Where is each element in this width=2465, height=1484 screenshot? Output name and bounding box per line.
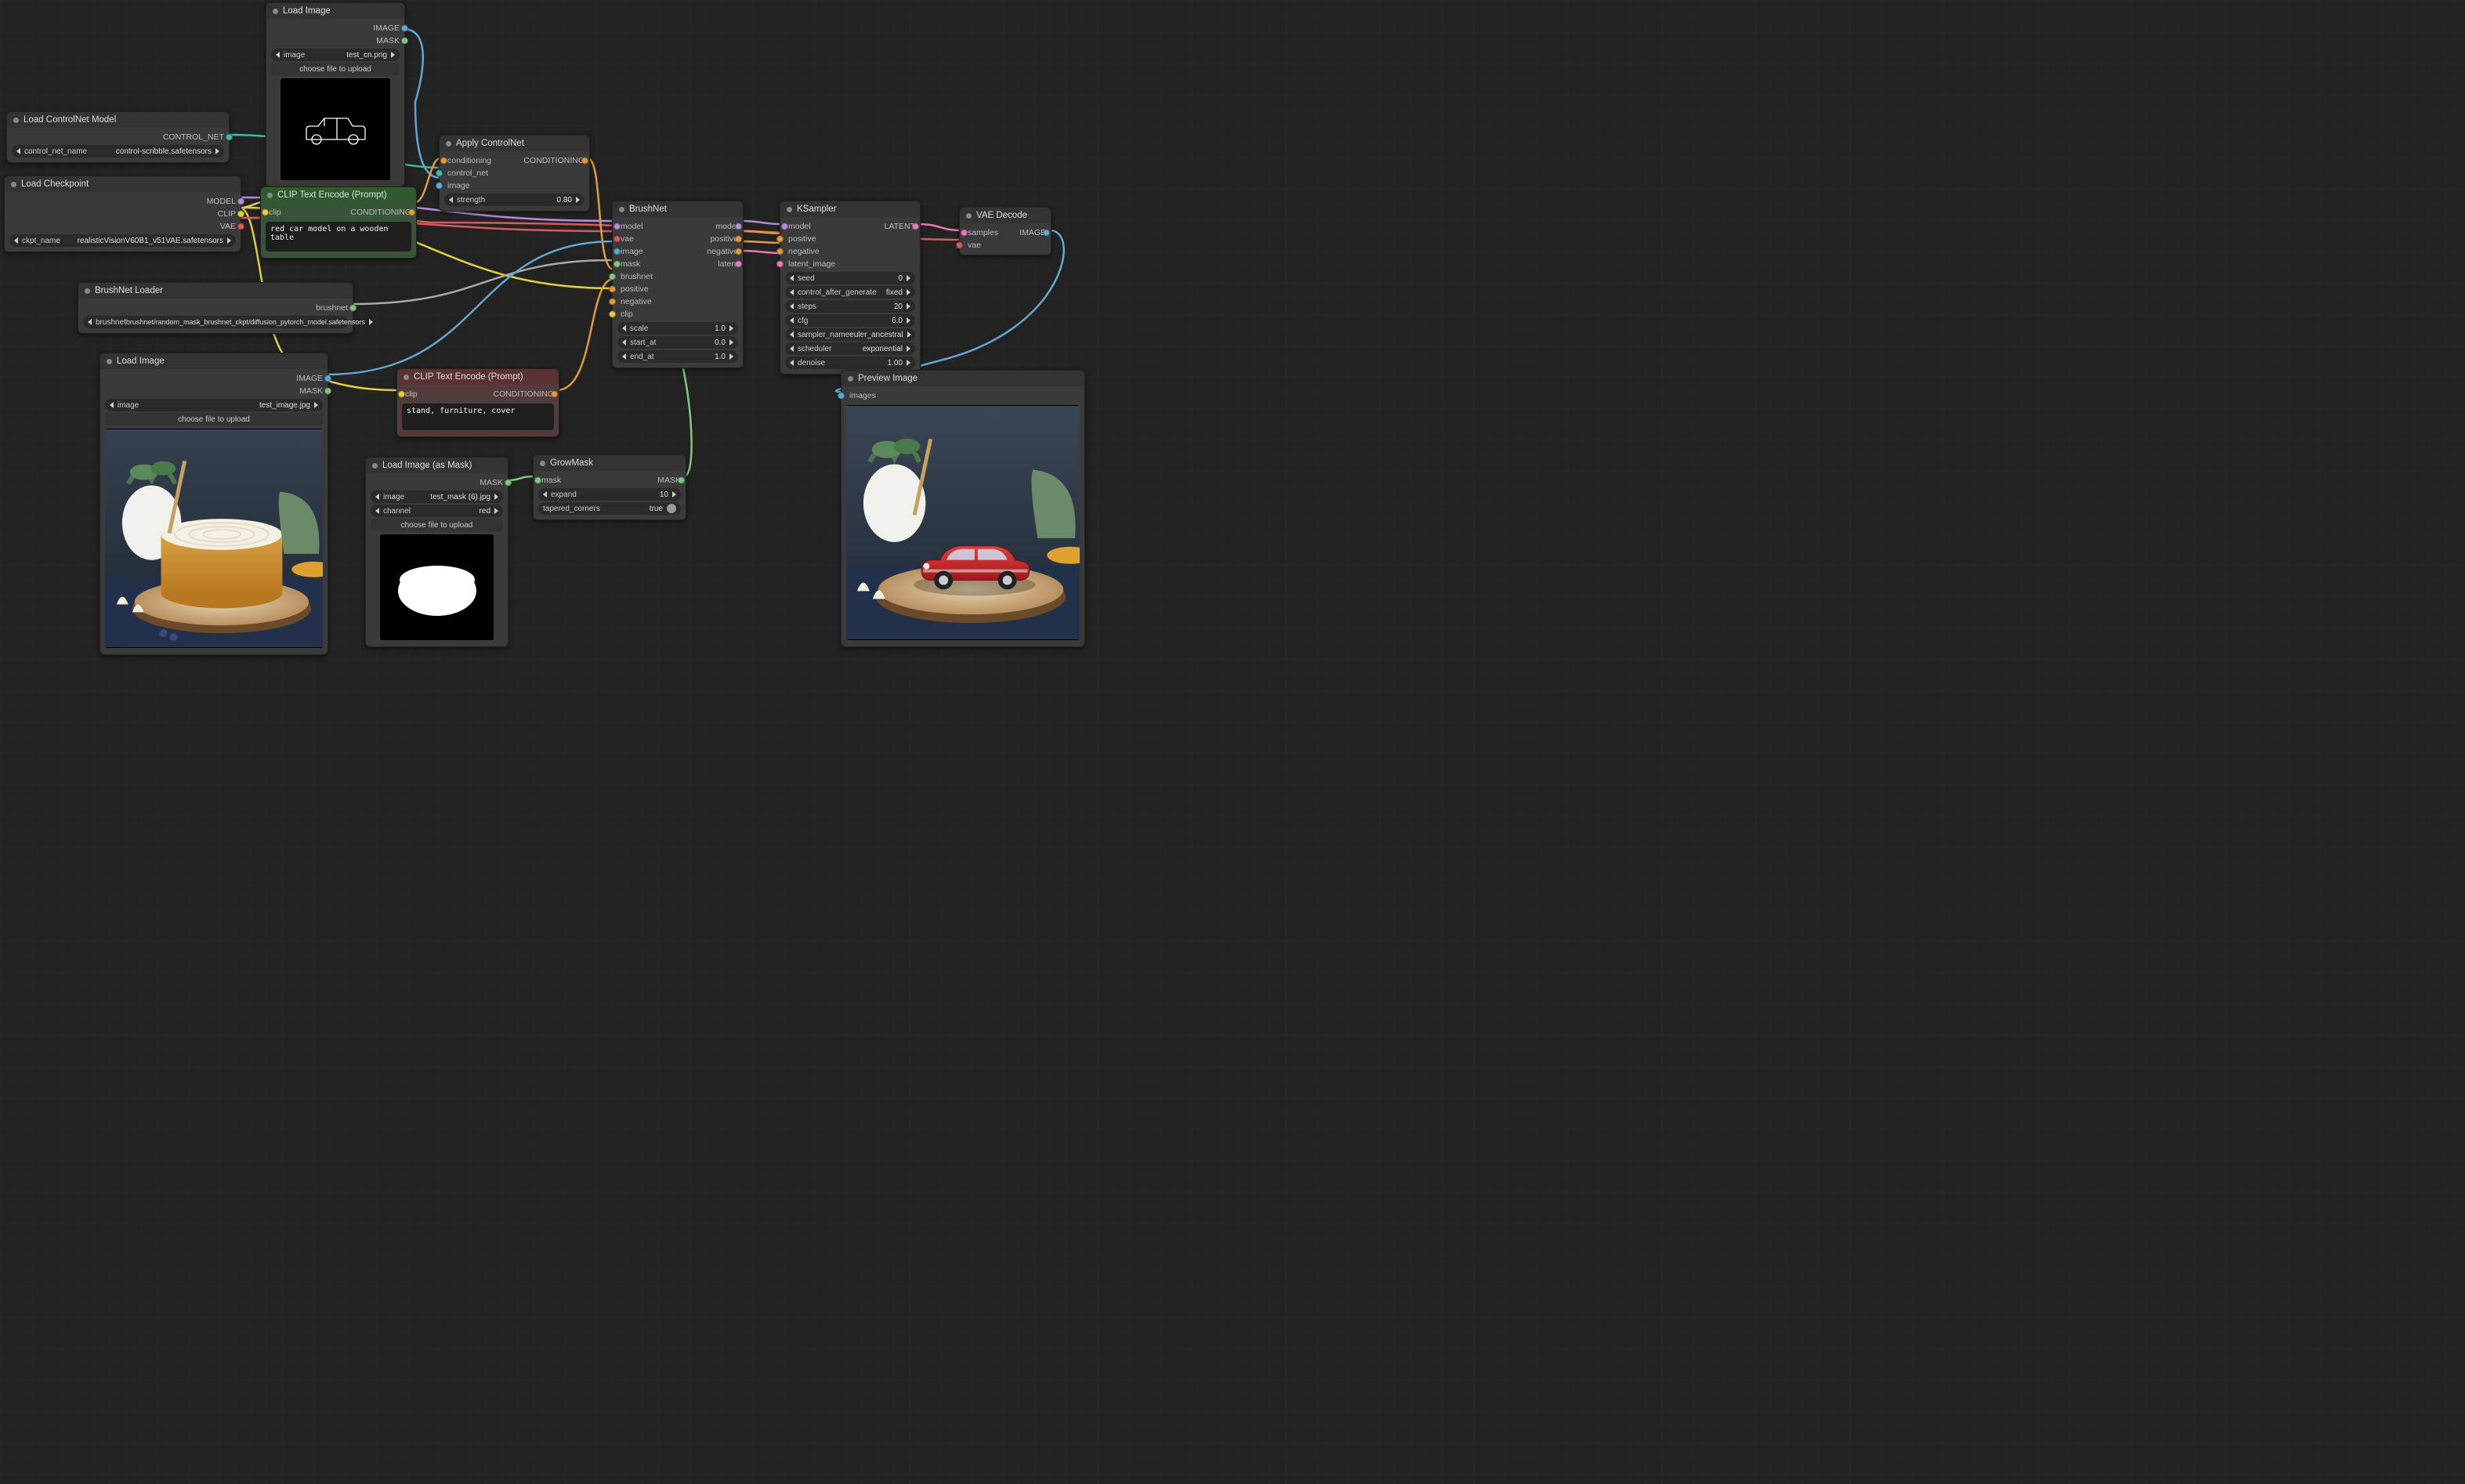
widget-scale[interactable]: scale1.0 <box>617 322 738 335</box>
node-apply-controlnet[interactable]: Apply ControlNet conditioning CONDITIONI… <box>439 135 590 212</box>
node-title[interactable]: VAE Decode <box>960 208 1051 223</box>
node-growmask[interactable]: GrowMask mask MASK expand10 tapered_corn… <box>533 454 686 520</box>
widget-image[interactable]: imagetest_cn.png <box>271 49 400 61</box>
button-upload[interactable]: choose file to upload <box>271 63 400 75</box>
node-title[interactable]: GrowMask <box>534 455 686 471</box>
node-title[interactable]: CLIP Text Encode (Prompt) <box>261 187 416 203</box>
widget-controlnet-name[interactable]: control_net_namecontrol-scribble.safeten… <box>12 145 224 157</box>
image-preview-cake <box>105 429 323 648</box>
node-title[interactable]: Load Image <box>100 353 328 369</box>
widget-tapered[interactable]: tapered_cornerstrue <box>538 502 681 515</box>
node-load-image-mask[interactable]: Load Image (as Mask) MASK imagetest_mask… <box>365 457 509 647</box>
widget-scheduler[interactable]: schedulerexponential <box>785 342 915 355</box>
widget-channel[interactable]: channelred <box>371 505 503 517</box>
node-vae-decode[interactable]: VAE Decode samplesIMAGE vae <box>959 207 1052 255</box>
image-preview-result <box>846 405 1080 640</box>
node-title[interactable]: Load Image <box>266 3 404 19</box>
node-title[interactable]: Load ControlNet Model <box>7 112 229 128</box>
node-title[interactable]: Apply ControlNet <box>440 136 589 151</box>
widget-expand[interactable]: expand10 <box>538 488 681 501</box>
button-upload[interactable]: choose file to upload <box>371 519 503 531</box>
toggle-icon <box>667 504 676 513</box>
widget-start-at[interactable]: start_at0.0 <box>617 336 738 349</box>
node-title[interactable]: Preview Image <box>842 371 1084 386</box>
widget-sampler-name[interactable]: sampler_nameeuler_ancestral <box>785 328 915 341</box>
node-title[interactable]: KSampler <box>780 201 920 217</box>
widget-end-at[interactable]: end_at1.0 <box>617 350 738 363</box>
widget-ckpt-name[interactable]: ckpt_namerealisticVisionV60B1_v51VAE.saf… <box>9 234 236 247</box>
node-clip-text-negative[interactable]: CLIP Text Encode (Prompt) clip CONDITION… <box>396 368 559 437</box>
node-title[interactable]: CLIP Text Encode (Prompt) <box>397 369 559 385</box>
node-title[interactable]: BrushNet Loader <box>78 283 353 299</box>
node-clip-text-positive[interactable]: CLIP Text Encode (Prompt) clip CONDITION… <box>260 186 417 259</box>
widget-cfg[interactable]: cfg6.0 <box>785 314 915 327</box>
widget-image[interactable]: imagetest_mask (6).jpg <box>371 490 503 503</box>
prompt-text-negative[interactable]: stand, furniture, cover <box>402 404 554 430</box>
widget-image[interactable]: imagetest_image.jpg <box>105 399 323 411</box>
image-preview-mask <box>380 534 494 640</box>
image-preview-lineart <box>281 78 390 180</box>
node-load-image-cake[interactable]: Load Image IMAGE MASK imagetest_image.jp… <box>100 353 328 655</box>
widget-brushnet-path[interactable]: brushnetbrushnet/random_mask_brushnet_ck… <box>83 316 348 328</box>
widget-denoise[interactable]: denoise1.00 <box>785 357 915 369</box>
prompt-text-positive[interactable]: red car model on a wooden table <box>266 222 411 252</box>
node-load-controlnet[interactable]: Load ControlNet Model CONTROL_NET contro… <box>6 111 230 163</box>
widget-steps[interactable]: steps20 <box>785 300 915 313</box>
widget-strength[interactable]: strength0.80 <box>444 194 585 206</box>
node-brushnet-loader[interactable]: BrushNet Loader brushnet brushnetbrushne… <box>78 282 353 334</box>
node-title[interactable]: BrushNet <box>613 201 743 217</box>
node-ksampler[interactable]: KSampler modelLATENT positive negative l… <box>780 201 921 375</box>
widget-control-after-generate[interactable]: control_after_generatefixed <box>785 286 915 299</box>
node-title[interactable]: Load Checkpoint <box>5 176 241 192</box>
node-load-checkpoint[interactable]: Load Checkpoint MODEL CLIP VAE ckpt_name… <box>4 176 241 252</box>
node-preview-image[interactable]: Preview Image images <box>841 370 1085 647</box>
node-load-image-lineart[interactable]: Load Image IMAGE MASK imagetest_cn.png c… <box>266 2 405 187</box>
node-brushnet[interactable]: BrushNet modelmodel vaepositive imageneg… <box>612 201 744 368</box>
button-upload[interactable]: choose file to upload <box>105 413 323 425</box>
widget-seed[interactable]: seed0 <box>785 272 915 284</box>
node-title[interactable]: Load Image (as Mask) <box>366 458 508 473</box>
